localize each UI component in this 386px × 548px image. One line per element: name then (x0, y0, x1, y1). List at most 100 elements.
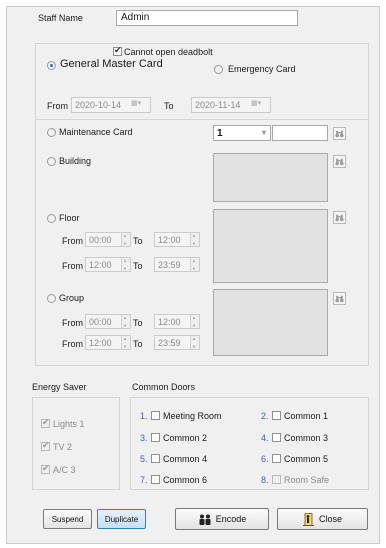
floor-time-to-input[interactable]: 23:59 (154, 257, 200, 272)
floor-label: Floor (59, 213, 80, 223)
floor-time-from-label: From (62, 261, 83, 271)
common-5-checkbox[interactable] (272, 454, 281, 463)
door-number: 8. (261, 475, 269, 485)
common-doors-title: Common Doors (132, 382, 196, 392)
time-spinner[interactable] (121, 315, 130, 328)
common-3-label: Common 3 (284, 433, 329, 443)
calendar-dropdown-icon[interactable]: ▦▾ (251, 99, 269, 111)
binoculars-search-icon[interactable] (333, 292, 346, 305)
group-time-from-label: From (62, 318, 83, 328)
duplicate-button[interactable]: Duplicate (97, 509, 146, 529)
group-list[interactable] (213, 289, 328, 356)
group-time-to-input[interactable]: 12:00 (154, 314, 200, 329)
time-spinner[interactable] (190, 233, 199, 246)
group-time-from-input[interactable]: 12:00 (85, 335, 131, 350)
general-master-card-radio[interactable] (47, 61, 56, 70)
maintenance-card-label: Maintenance Card (59, 127, 133, 137)
maintenance-text-input[interactable] (272, 125, 328, 141)
common-2-label: Common 2 (163, 433, 208, 443)
room-safe-checkbox[interactable] (272, 475, 281, 484)
valid-from-date[interactable]: 2020-10-14 ▦▾ (71, 97, 151, 113)
floor-time-to-input[interactable]: 12:00 (154, 232, 200, 247)
binoculars-search-icon[interactable] (333, 155, 346, 168)
floor-time-from-input[interactable]: 00:00 (85, 232, 131, 247)
group-label: Group (59, 293, 85, 303)
common-1-checkbox[interactable] (272, 411, 281, 420)
valid-from-value: 2020-10-14 (75, 100, 122, 110)
emergency-card-radio[interactable] (214, 65, 223, 74)
maintenance-number-value: 1 (217, 128, 223, 139)
general-master-card-label: General Master Card (60, 58, 163, 70)
group-radio[interactable] (47, 294, 56, 303)
common-3-checkbox[interactable] (272, 433, 281, 442)
tv-checkbox[interactable] (41, 440, 50, 451)
time-spinner[interactable] (121, 336, 130, 349)
group-time-from-label: From (62, 339, 83, 349)
floor-list[interactable] (213, 209, 328, 283)
encode-button[interactable]: Encode (175, 508, 269, 530)
common-2-checkbox[interactable] (151, 433, 160, 442)
binoculars-search-icon[interactable] (333, 211, 346, 224)
group-time-to-value: 12:00 (158, 317, 181, 327)
lights-checkbox[interactable] (41, 417, 50, 428)
divider (35, 119, 369, 120)
valid-to-value: 2020-11-14 (195, 100, 241, 110)
floor-time-from-label: From (62, 236, 83, 246)
door-number: 4. (261, 433, 269, 443)
maintenance-number-select[interactable]: 1 ▾ (213, 125, 271, 141)
binoculars-search-icon[interactable] (333, 127, 346, 140)
building-list[interactable] (213, 153, 328, 202)
common-5-label: Common 5 (284, 454, 329, 464)
group-time-to-label: To (133, 339, 143, 349)
meeting-room-checkbox[interactable] (151, 411, 160, 420)
group-time-to-input[interactable]: 23:59 (154, 335, 200, 350)
ac-checkbox[interactable] (41, 463, 50, 474)
group-time-from-input[interactable]: 00:00 (85, 314, 131, 329)
time-spinner[interactable] (190, 315, 199, 328)
close-button-label: Close (318, 514, 342, 524)
encode-button-label: Encode (215, 514, 247, 524)
door-number: 2. (261, 411, 269, 421)
door-number: 3. (140, 433, 148, 443)
building-radio[interactable] (47, 157, 56, 166)
valid-to-label: To (164, 101, 174, 111)
suspend-button[interactable]: Suspend (43, 509, 92, 529)
duplicate-button-label: Duplicate (104, 514, 139, 524)
lights-label: Lights 1 (53, 419, 85, 429)
floor-time-to-label: To (133, 261, 143, 271)
meeting-room-label: Meeting Room (163, 411, 222, 421)
energy-saver-title: Energy Saver (32, 382, 87, 392)
building-label: Building (59, 156, 92, 166)
common-1-label: Common 1 (284, 411, 329, 421)
emergency-card-label: Emergency Card (228, 64, 296, 74)
floor-time-to-value: 12:00 (158, 235, 181, 245)
cannot-open-deadbolt-label: Cannot open deadbolt (124, 47, 213, 57)
floor-time-to-label: To (133, 236, 143, 246)
floor-radio[interactable] (47, 214, 56, 223)
valid-to-date[interactable]: 2020-11-14 ▦▾ (191, 97, 271, 113)
time-spinner[interactable] (190, 336, 199, 349)
common-6-label: Common 6 (163, 475, 208, 485)
door-number: 1. (140, 411, 148, 421)
cannot-open-deadbolt-checkbox[interactable] (113, 45, 122, 56)
time-spinner[interactable] (190, 258, 199, 271)
staff-name-input[interactable]: Admin (116, 10, 298, 26)
common-4-label: Common 4 (163, 454, 208, 464)
floor-time-from-input[interactable]: 12:00 (85, 257, 131, 272)
calendar-dropdown-icon[interactable]: ▦▾ (131, 99, 149, 111)
door-number: 5. (140, 454, 148, 464)
maintenance-card-radio[interactable] (47, 128, 56, 137)
common-4-checkbox[interactable] (151, 454, 160, 463)
group-time-to-label: To (133, 318, 143, 328)
suspend-button-label: Suspend (51, 514, 84, 524)
people-icon (199, 514, 211, 525)
time-spinner[interactable] (121, 258, 130, 271)
exit-door-icon (302, 512, 314, 526)
time-spinner[interactable] (121, 233, 130, 246)
common-6-checkbox[interactable] (151, 475, 160, 484)
tv-label: TV 2 (53, 442, 73, 452)
staff-name-label: Staff Name (38, 13, 83, 23)
door-number: 6. (261, 454, 269, 464)
floor-time-from-value: 00:00 (89, 235, 112, 245)
close-button[interactable]: Close (277, 508, 368, 530)
